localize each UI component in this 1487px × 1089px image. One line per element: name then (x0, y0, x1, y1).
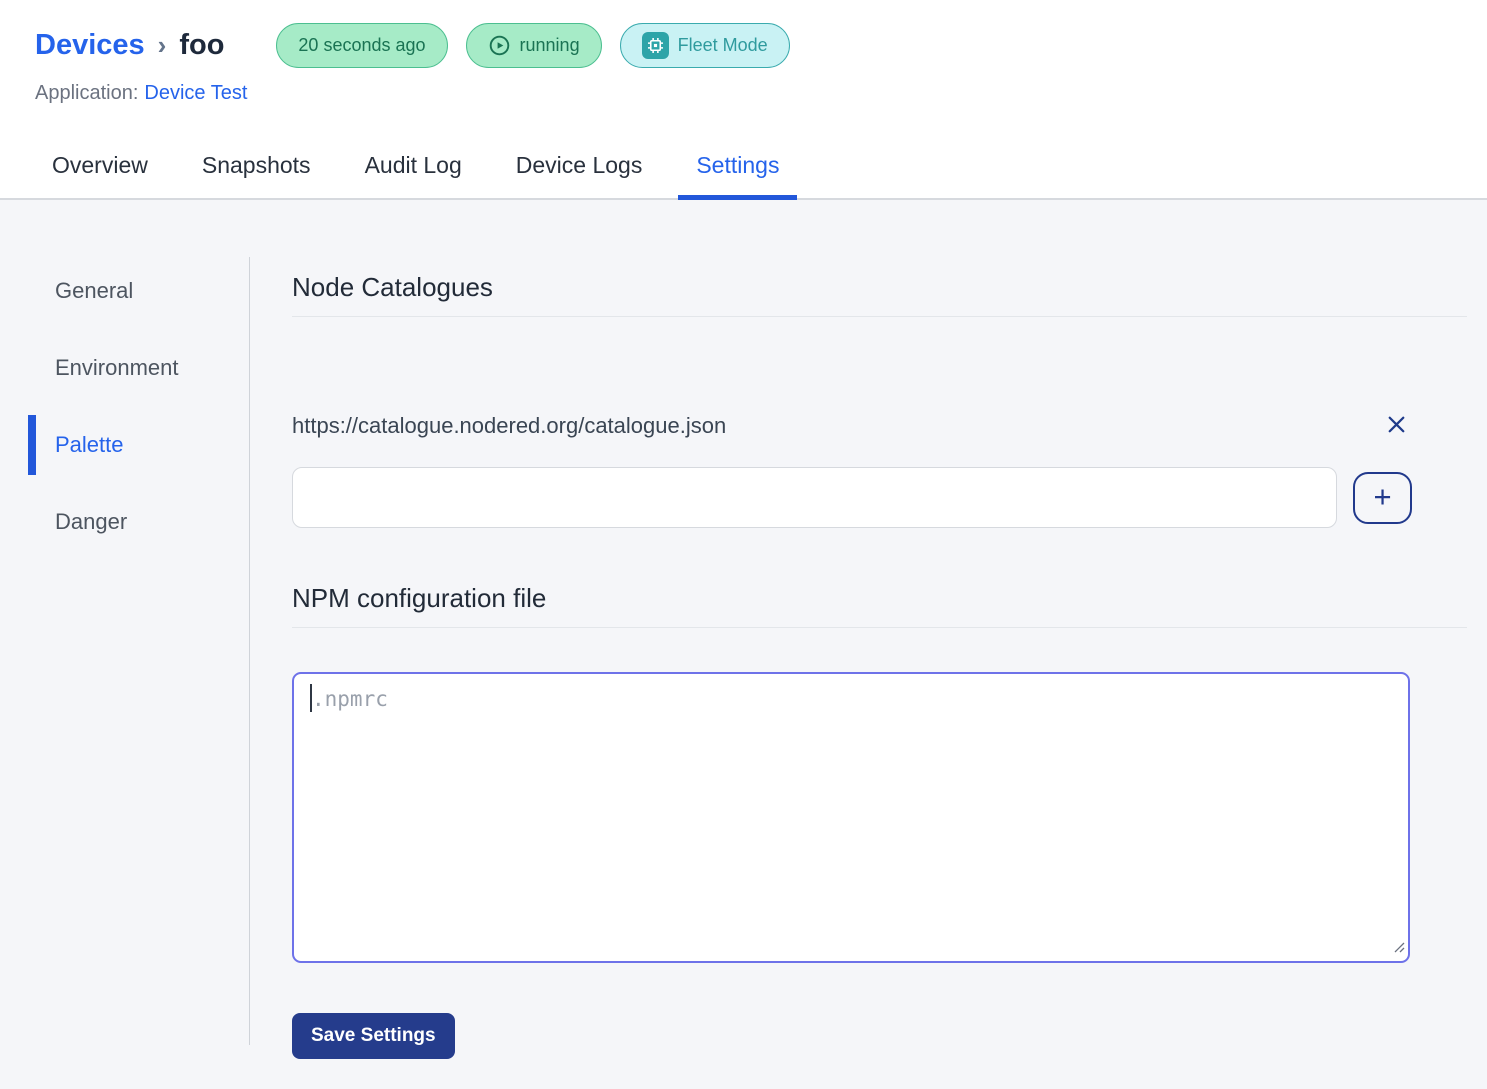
device-tabs: Overview Snapshots Audit Log Device Logs… (0, 152, 1487, 200)
catalogue-url: https://catalogue.nodered.org/catalogue.… (292, 413, 726, 439)
text-cursor (310, 684, 312, 712)
fleet-mode-badge: Fleet Mode (620, 23, 790, 68)
tab-snapshots[interactable]: Snapshots (184, 152, 329, 200)
palette-settings-panel: Node Catalogues https://catalogue.nodere… (250, 200, 1487, 1075)
play-circle-icon (488, 34, 511, 57)
save-settings-button[interactable]: Save Settings (292, 1013, 455, 1059)
tab-device-logs[interactable]: Device Logs (498, 152, 661, 200)
breadcrumb: Devices › foo 20 seconds ago running (0, 0, 1487, 68)
sidebar-item-environment[interactable]: Environment (0, 355, 249, 381)
sidebar-item-label: Environment (55, 355, 179, 380)
add-catalogue-button[interactable]: + (1353, 472, 1412, 524)
application-row: Application: Device Test (0, 68, 1487, 105)
cpu-chip-icon (642, 32, 669, 59)
fleet-mode-badge-label: Fleet Mode (678, 35, 768, 56)
application-link[interactable]: Device Test (144, 82, 247, 104)
node-catalogues-title: Node Catalogues (292, 272, 1467, 317)
npm-config-title: NPM configuration file (292, 583, 1467, 628)
breadcrumb-devices-link[interactable]: Devices (35, 29, 145, 62)
breadcrumb-device-name: foo (179, 29, 224, 62)
status-badge: running (466, 23, 602, 68)
sidebar-item-danger[interactable]: Danger (0, 509, 249, 535)
tab-overview[interactable]: Overview (34, 152, 166, 200)
sidebar-item-label: Danger (55, 509, 127, 534)
status-badge-label: running (520, 35, 580, 56)
sidebar-item-general[interactable]: General (0, 278, 249, 304)
npm-config-textarea[interactable] (292, 672, 1410, 963)
sidebar-item-label: Palette (55, 432, 124, 457)
sidebar-item-palette[interactable]: Palette (0, 432, 249, 458)
settings-sidebar: General Environment Palette Danger (0, 257, 250, 1045)
catalogue-input-row: + (292, 467, 1467, 528)
settings-content: General Environment Palette Danger Node … (0, 200, 1487, 1075)
plus-icon: + (1373, 481, 1391, 512)
last-seen-badge: 20 seconds ago (276, 23, 447, 68)
page-header: Devices › foo 20 seconds ago running (0, 0, 1487, 200)
active-item-indicator (28, 415, 36, 475)
sidebar-item-label: General (55, 278, 133, 303)
tab-audit-log[interactable]: Audit Log (347, 152, 480, 200)
remove-catalogue-button[interactable] (1383, 411, 1410, 441)
device-badges: 20 seconds ago running (276, 23, 789, 68)
breadcrumb-separator-icon: › (158, 30, 167, 61)
application-label: Application: (35, 82, 138, 104)
x-icon (1383, 411, 1410, 441)
npm-config-field-wrap (292, 672, 1410, 963)
last-seen-badge-label: 20 seconds ago (298, 35, 425, 56)
new-catalogue-url-input[interactable] (292, 467, 1337, 528)
catalogue-entry-row: https://catalogue.nodered.org/catalogue.… (292, 411, 1467, 441)
tab-settings[interactable]: Settings (678, 152, 797, 200)
